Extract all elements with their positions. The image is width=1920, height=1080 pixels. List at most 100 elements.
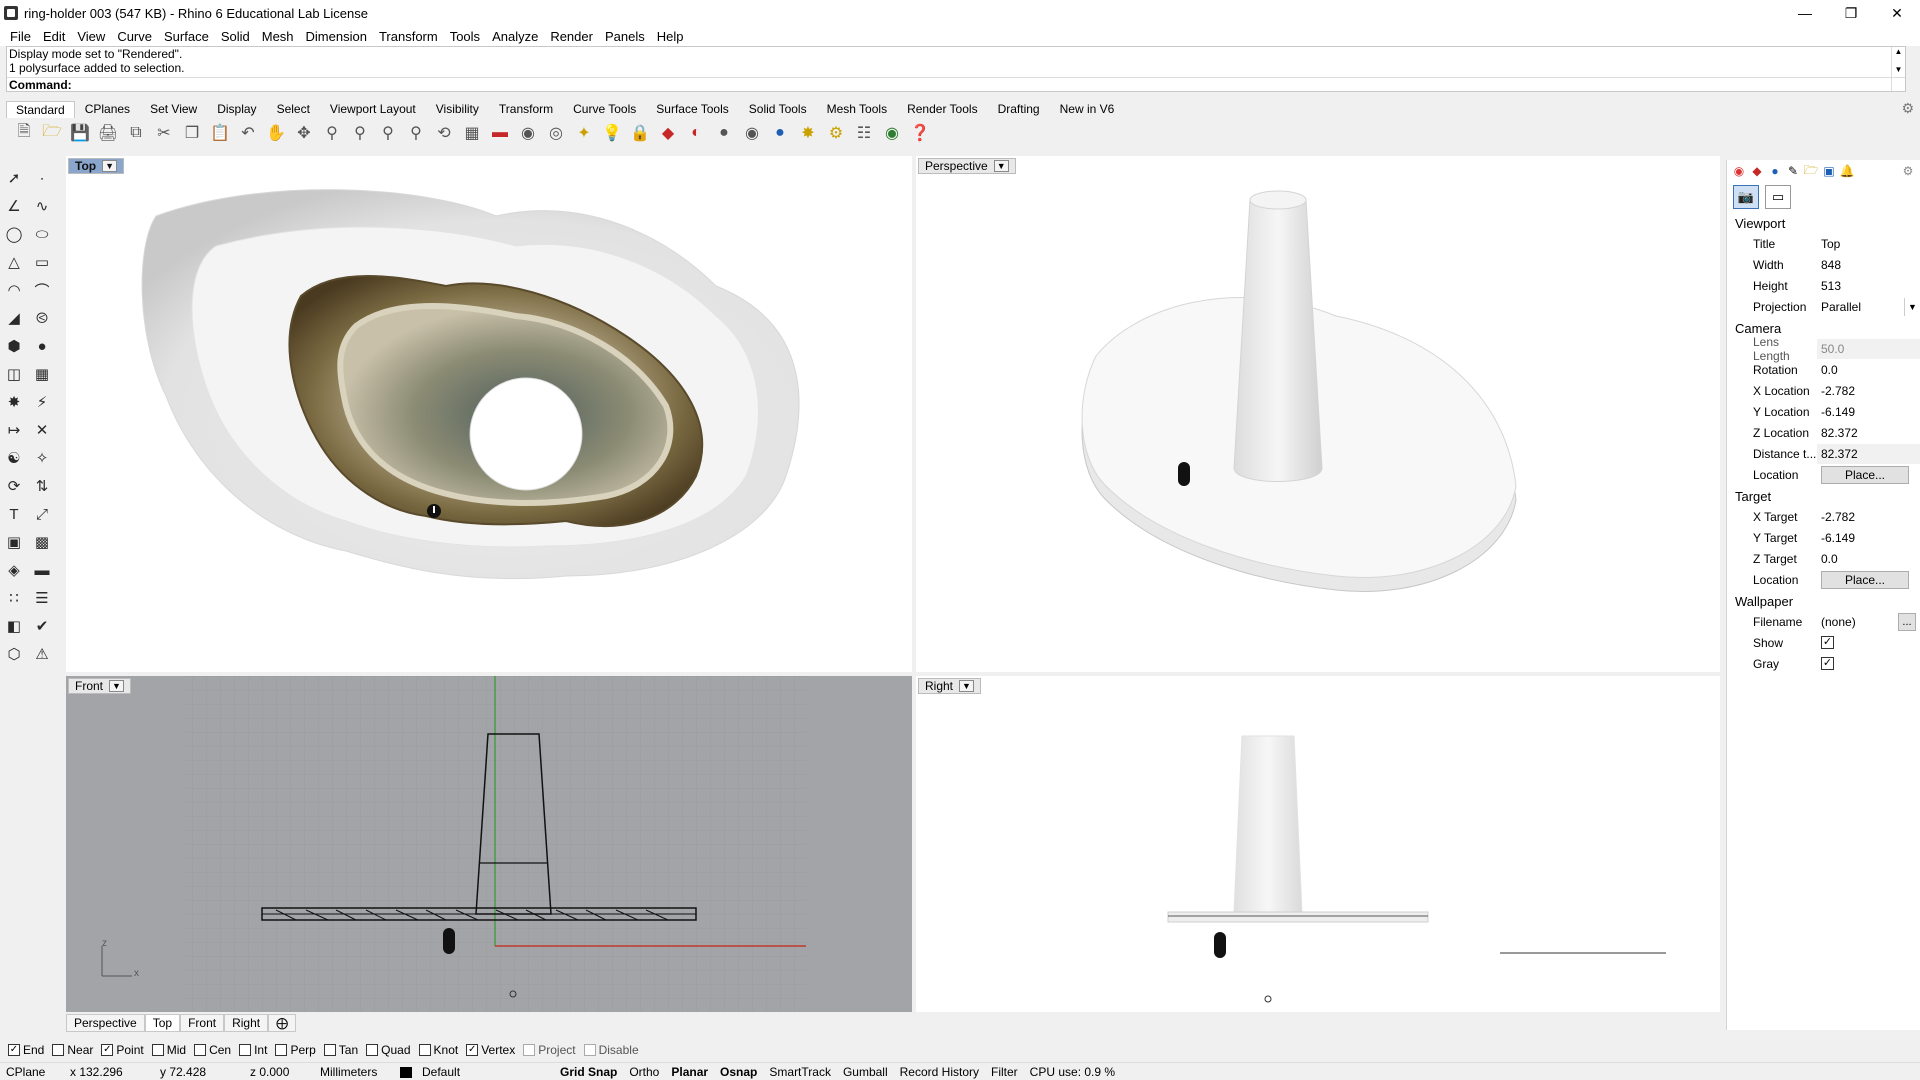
scale-icon[interactable]: ⤢ xyxy=(30,502,54,526)
osnap-quad[interactable]: Quad xyxy=(366,1043,411,1057)
title-field[interactable]: Top xyxy=(1817,234,1920,254)
projection-select[interactable]: Parallel ▼ xyxy=(1817,297,1920,317)
block-icon[interactable]: ▣ xyxy=(2,530,26,554)
front-viewport[interactable]: z x Front ▼ xyxy=(66,676,912,1012)
tab-solid-tools[interactable]: Solid Tools xyxy=(739,100,817,118)
tab-viewport-layout[interactable]: Viewport Layout xyxy=(320,100,426,118)
lock-icon[interactable]: 🔒 xyxy=(628,121,652,145)
osnap-project-checkbox[interactable] xyxy=(523,1044,536,1056)
viewport-label-perspective[interactable]: Perspective ▼ xyxy=(918,158,1016,174)
point-icon[interactable]: ∙ xyxy=(30,166,54,190)
surface-edit-icon[interactable]: ⧀ xyxy=(30,306,54,330)
menu-help[interactable]: Help xyxy=(651,29,690,44)
ellipse-icon[interactable]: ⬭ xyxy=(30,222,54,246)
boolean-icon[interactable]: ◈ xyxy=(2,558,26,582)
measure-icon[interactable]: ▬ xyxy=(30,558,54,582)
status-osnap[interactable]: Osnap xyxy=(714,1065,763,1079)
tab-new-in-v6[interactable]: New in V6 xyxy=(1050,100,1125,118)
rectangle-icon[interactable]: ▭ xyxy=(30,250,54,274)
lights-icon[interactable]: ✦ xyxy=(572,121,596,145)
osnap-near-checkbox[interactable] xyxy=(52,1044,65,1056)
display-icon[interactable]: ▣ xyxy=(1821,163,1837,179)
viewport-label-front[interactable]: Front ▼ xyxy=(68,678,131,694)
explode-icon[interactable]: ✧ xyxy=(30,446,54,470)
box-icon[interactable]: ⬢ xyxy=(2,334,26,358)
material-shield-icon[interactable]: ◆ xyxy=(1749,163,1765,179)
paste-icon[interactable]: 📋 xyxy=(208,121,232,145)
four-viewports-icon[interactable]: ▦ xyxy=(460,121,484,145)
osnap-int-checkbox[interactable] xyxy=(239,1044,252,1056)
chevron-down-icon[interactable]: ▼ xyxy=(109,680,124,692)
menu-mesh[interactable]: Mesh xyxy=(256,29,300,44)
osnap-knot[interactable]: Knot xyxy=(418,1043,458,1057)
osnap-knot-checkbox[interactable] xyxy=(418,1044,431,1056)
tab-set-view[interactable]: Set View xyxy=(140,100,207,118)
menu-panels[interactable]: Panels xyxy=(599,29,651,44)
zoom-extents-icon[interactable]: ⚲ xyxy=(376,121,400,145)
rotate-icon[interactable]: ✥ xyxy=(292,121,316,145)
chevron-down-icon[interactable]: ▼ xyxy=(102,160,118,172)
grid-array-icon[interactable]: ∷ xyxy=(2,586,26,610)
y-location-field[interactable]: -6.149 xyxy=(1817,402,1920,422)
maximize-button[interactable]: ❐ xyxy=(1828,0,1874,26)
panel-settings-icon[interactable]: ⚙ xyxy=(1900,163,1916,179)
tab-transform[interactable]: Transform xyxy=(489,100,563,118)
tab-visibility[interactable]: Visibility xyxy=(426,100,489,118)
edit-pencil-icon[interactable]: ✎ xyxy=(1785,163,1801,179)
command-scrollbar[interactable]: ▲ ▼ xyxy=(1891,47,1905,91)
osnap-near[interactable]: Near xyxy=(52,1043,93,1057)
select-arrow-icon[interactable]: ➚ xyxy=(2,166,26,190)
status-record-history[interactable]: Record History xyxy=(894,1065,985,1079)
minimize-button[interactable]: — xyxy=(1782,0,1828,26)
vp-tab-perspective[interactable]: Perspective xyxy=(66,1014,145,1032)
menu-transform[interactable]: Transform xyxy=(373,29,444,44)
bulb-icon[interactable]: 💡 xyxy=(600,121,624,145)
curve-icon[interactable]: ∿ xyxy=(30,194,54,218)
wand-icon[interactable]: ✸ xyxy=(796,121,820,145)
command-line[interactable]: Command: xyxy=(7,77,1905,92)
chevron-down-icon[interactable]: ▼ xyxy=(993,160,1009,172)
render-icon[interactable]: ◉ xyxy=(740,121,764,145)
status-filter[interactable]: Filter xyxy=(985,1065,1024,1079)
add-viewport-icon[interactable]: ⨁ xyxy=(268,1014,297,1032)
cut-icon[interactable]: ✂ xyxy=(152,121,176,145)
status-layer[interactable]: Default xyxy=(394,1065,554,1079)
print-icon[interactable]: 🖨 xyxy=(96,121,120,145)
extrude-icon[interactable]: ◫ xyxy=(2,362,26,386)
notification-bell-icon[interactable]: 🔔 xyxy=(1839,163,1855,179)
undo-icon[interactable]: ↶ xyxy=(236,121,260,145)
show-checkbox[interactable]: ✓ xyxy=(1821,636,1834,649)
vp-tab-front[interactable]: Front xyxy=(180,1014,225,1032)
chevron-down-icon[interactable]: ▼ xyxy=(1904,297,1920,316)
materials-icon[interactable]: ◆ xyxy=(656,121,680,145)
car-icon[interactable]: ▬ xyxy=(488,121,512,145)
undo-view-icon[interactable]: ⟲ xyxy=(432,121,456,145)
status-ortho[interactable]: Ortho xyxy=(623,1065,665,1079)
osnap-mid[interactable]: Mid xyxy=(151,1043,186,1057)
browse-button[interactable]: ... xyxy=(1898,612,1916,631)
mesh-icon[interactable]: ▦ xyxy=(30,362,54,386)
close-button[interactable]: ✕ xyxy=(1874,0,1920,26)
osnap-project[interactable]: Project xyxy=(523,1043,576,1057)
osnap-tan-checkbox[interactable] xyxy=(323,1044,336,1056)
top-viewport[interactable]: Top ▼ xyxy=(66,156,912,672)
folder-icon[interactable]: 🗁 xyxy=(1803,163,1819,179)
tab-display[interactable]: Display xyxy=(207,100,266,118)
osnap-icon[interactable]: ◉ xyxy=(516,121,540,145)
target-place-button[interactable]: Place... xyxy=(1821,570,1909,589)
network-icon[interactable]: ☷ xyxy=(852,121,876,145)
menu-solid[interactable]: Solid xyxy=(215,29,256,44)
color-wheel-icon[interactable]: ◉ xyxy=(1731,163,1747,179)
rotate-tool-icon[interactable]: ⟳ xyxy=(2,474,26,498)
osnap-cen-checkbox[interactable] xyxy=(194,1044,207,1056)
layer-icon[interactable]: ☰ xyxy=(30,586,54,610)
x-location-field[interactable]: -2.782 xyxy=(1817,381,1920,401)
new-icon[interactable]: 🗎 xyxy=(12,121,36,145)
menu-edit[interactable]: Edit xyxy=(37,29,71,44)
camera-place-button[interactable]: Place... xyxy=(1821,465,1909,484)
zoom-selected-icon[interactable]: ⚲ xyxy=(404,121,428,145)
polyline-icon[interactable]: ∠ xyxy=(2,194,26,218)
circle-icon[interactable]: ◯ xyxy=(2,222,26,246)
arc-icon[interactable]: ◠ xyxy=(2,278,26,302)
light-icon[interactable]: ⚡ xyxy=(30,390,54,414)
